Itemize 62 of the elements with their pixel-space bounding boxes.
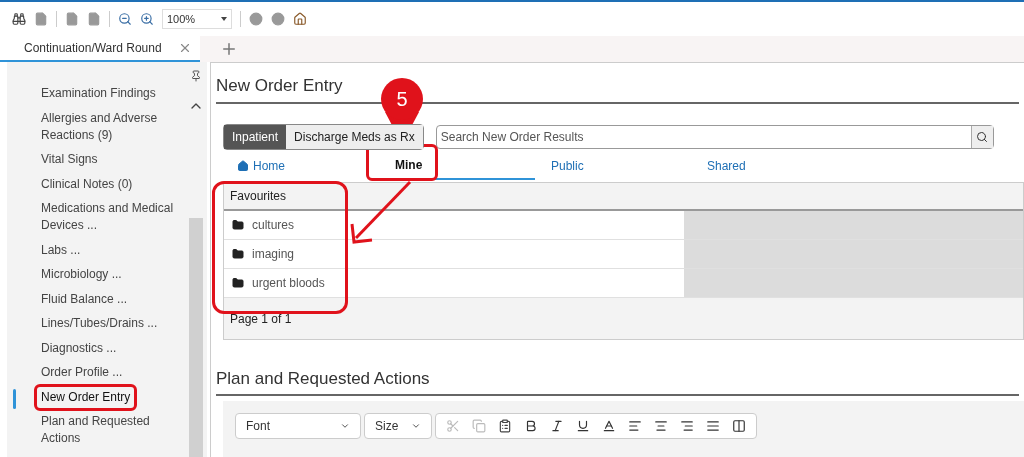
zoom-out-icon[interactable] [118, 12, 132, 26]
sidebar-item[interactable]: Clinical Notes (0) [41, 175, 133, 193]
nav-tab[interactable]: Mine [379, 151, 535, 180]
sidebar-item[interactable]: Medications and Medical Devices ... [41, 200, 177, 234]
bold-icon[interactable] [524, 419, 538, 433]
sidebar-item[interactable]: Fluid Balance ... [41, 290, 128, 308]
nav-tab[interactable]: Public [535, 151, 691, 180]
zoom-select[interactable]: 100% [162, 9, 232, 29]
align-justify-icon[interactable] [706, 419, 720, 433]
nav-tab[interactable]: Shared [691, 151, 847, 180]
sidebar-item[interactable]: Labs ... [41, 241, 81, 259]
home-icon[interactable] [293, 12, 307, 26]
sidebar-item[interactable]: Allergies and Adverse Reactions (9) [41, 109, 177, 144]
sidebar-item[interactable]: Diagnostics ... [41, 339, 117, 357]
caret-icon [411, 421, 421, 431]
align-left-icon[interactable] [628, 419, 642, 433]
zoom-in-icon[interactable] [140, 12, 154, 26]
page-icon[interactable] [65, 12, 79, 26]
search-icon [976, 130, 989, 143]
pager-text: Page 1 of 1 [229, 310, 293, 328]
folder-icon [232, 247, 244, 260]
sidebar-item[interactable]: Order Profile ... [41, 364, 123, 381]
caret-icon [340, 421, 350, 431]
circle-icon[interactable] [249, 12, 263, 26]
italic-icon[interactable] [550, 419, 564, 433]
search-button[interactable] [970, 125, 993, 148]
paste-icon[interactable] [498, 419, 512, 433]
columns-icon[interactable] [732, 419, 746, 433]
scrollbar-thumb[interactable] [189, 218, 203, 457]
folder-row[interactable]: cultures [224, 210, 684, 239]
pin-icon[interactable] [190, 70, 202, 82]
nav-tab[interactable]: Home [223, 151, 379, 180]
home-icon [237, 159, 249, 172]
folder-icon [232, 276, 244, 289]
section-title: Plan and Requested Actions [216, 365, 1019, 396]
underline-icon[interactable] [576, 419, 590, 433]
folder-row[interactable]: imaging [224, 239, 684, 268]
page-icon[interactable] [87, 12, 101, 26]
highlight-box [366, 144, 438, 181]
size-select[interactable]: Size [364, 413, 432, 439]
align-right-icon[interactable] [680, 419, 694, 433]
search-input[interactable]: Search New Order Results [436, 127, 971, 146]
page-icon[interactable] [34, 12, 48, 26]
close-icon[interactable] [178, 41, 192, 55]
sidebar-item[interactable]: Microbiology ... [41, 266, 122, 283]
sidebar-item[interactable]: Vital Signs [41, 151, 98, 168]
font-select[interactable]: Font [235, 413, 361, 439]
mode-toggle[interactable]: Discharge Meds as Rx [286, 124, 423, 149]
folder-row[interactable]: urgent bloods [224, 268, 684, 297]
mode-toggle[interactable]: Inpatient [224, 124, 287, 149]
sidebar-item[interactable]: Plan and Requested Actions [41, 413, 177, 447]
circle-icon[interactable] [271, 12, 285, 26]
sidebar-item[interactable]: Lines/Tubes/Drains ... [41, 315, 158, 332]
sidebar-item[interactable]: Examination Findings [41, 85, 156, 102]
folder-icon [232, 218, 244, 231]
caret-icon [221, 17, 227, 21]
sidebar-item[interactable]: New Order Entry [41, 388, 131, 406]
add-tab-icon[interactable] [220, 40, 238, 58]
text-color-icon[interactable] [602, 419, 616, 433]
binoculars-icon[interactable] [12, 12, 26, 26]
search-field[interactable]: Search New Order Results [435, 124, 994, 149]
align-center-icon[interactable] [654, 419, 668, 433]
